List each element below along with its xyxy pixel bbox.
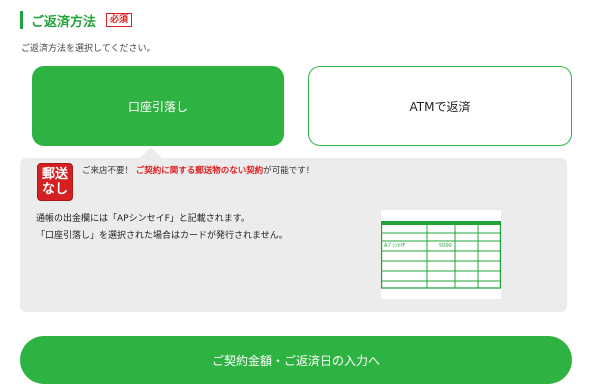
passbook-top-border [381, 221, 501, 225]
notice-prefix: ご来店不要！ [82, 166, 134, 176]
option-account-debit-button[interactable]: 口座引落し [32, 66, 284, 146]
notice-suffix: が可能です！ [263, 166, 315, 176]
stamp-line: なし [41, 182, 68, 197]
section-subtitle: ご返済方法を選択してください。 [21, 44, 156, 54]
passbook-entry-amount: 5000 [439, 243, 452, 249]
option-atm-button[interactable]: ATMで返済 [308, 66, 572, 146]
notice-strong: ご契約に関する郵送物のない契約 [135, 166, 264, 176]
no-mail-notice: ご来店不要！ ご契約に関する郵送物のない契約が可能です！ [82, 164, 314, 176]
panel-pointer [140, 147, 162, 158]
required-badge: 必須 [106, 13, 133, 27]
passbook-illustration: AﾌﾟｼﾝｾｲF 5000 [381, 210, 502, 299]
option-label: ATMで返済 [409, 99, 471, 114]
next-step-button[interactable]: ご契約金額・ご返済日の入力へ [20, 336, 572, 384]
description-line: 「口座引落し」を選択された場合はカードが発行されません。 [36, 231, 288, 241]
section-header: ご返済方法 必須 [20, 11, 133, 30]
passbook-entry-name: AﾌﾟｼﾝｾｲF [384, 242, 405, 249]
description-line: 通帳の出金欄には「APシンセイF」と記載されます。 [36, 214, 250, 224]
title-accent-bar [20, 11, 23, 29]
next-step-label: ご契約金額・ご返済日の入力へ [211, 353, 380, 368]
option-label: 口座引落し [127, 99, 188, 114]
passbook-graphic: AﾌﾟｼﾝｾｲF 5000 [381, 221, 502, 289]
no-mail-stamp-icon: 郵送 なし [37, 163, 73, 201]
section-title: ご返済方法 [31, 14, 97, 30]
stamp-line: 郵送 [41, 167, 68, 182]
